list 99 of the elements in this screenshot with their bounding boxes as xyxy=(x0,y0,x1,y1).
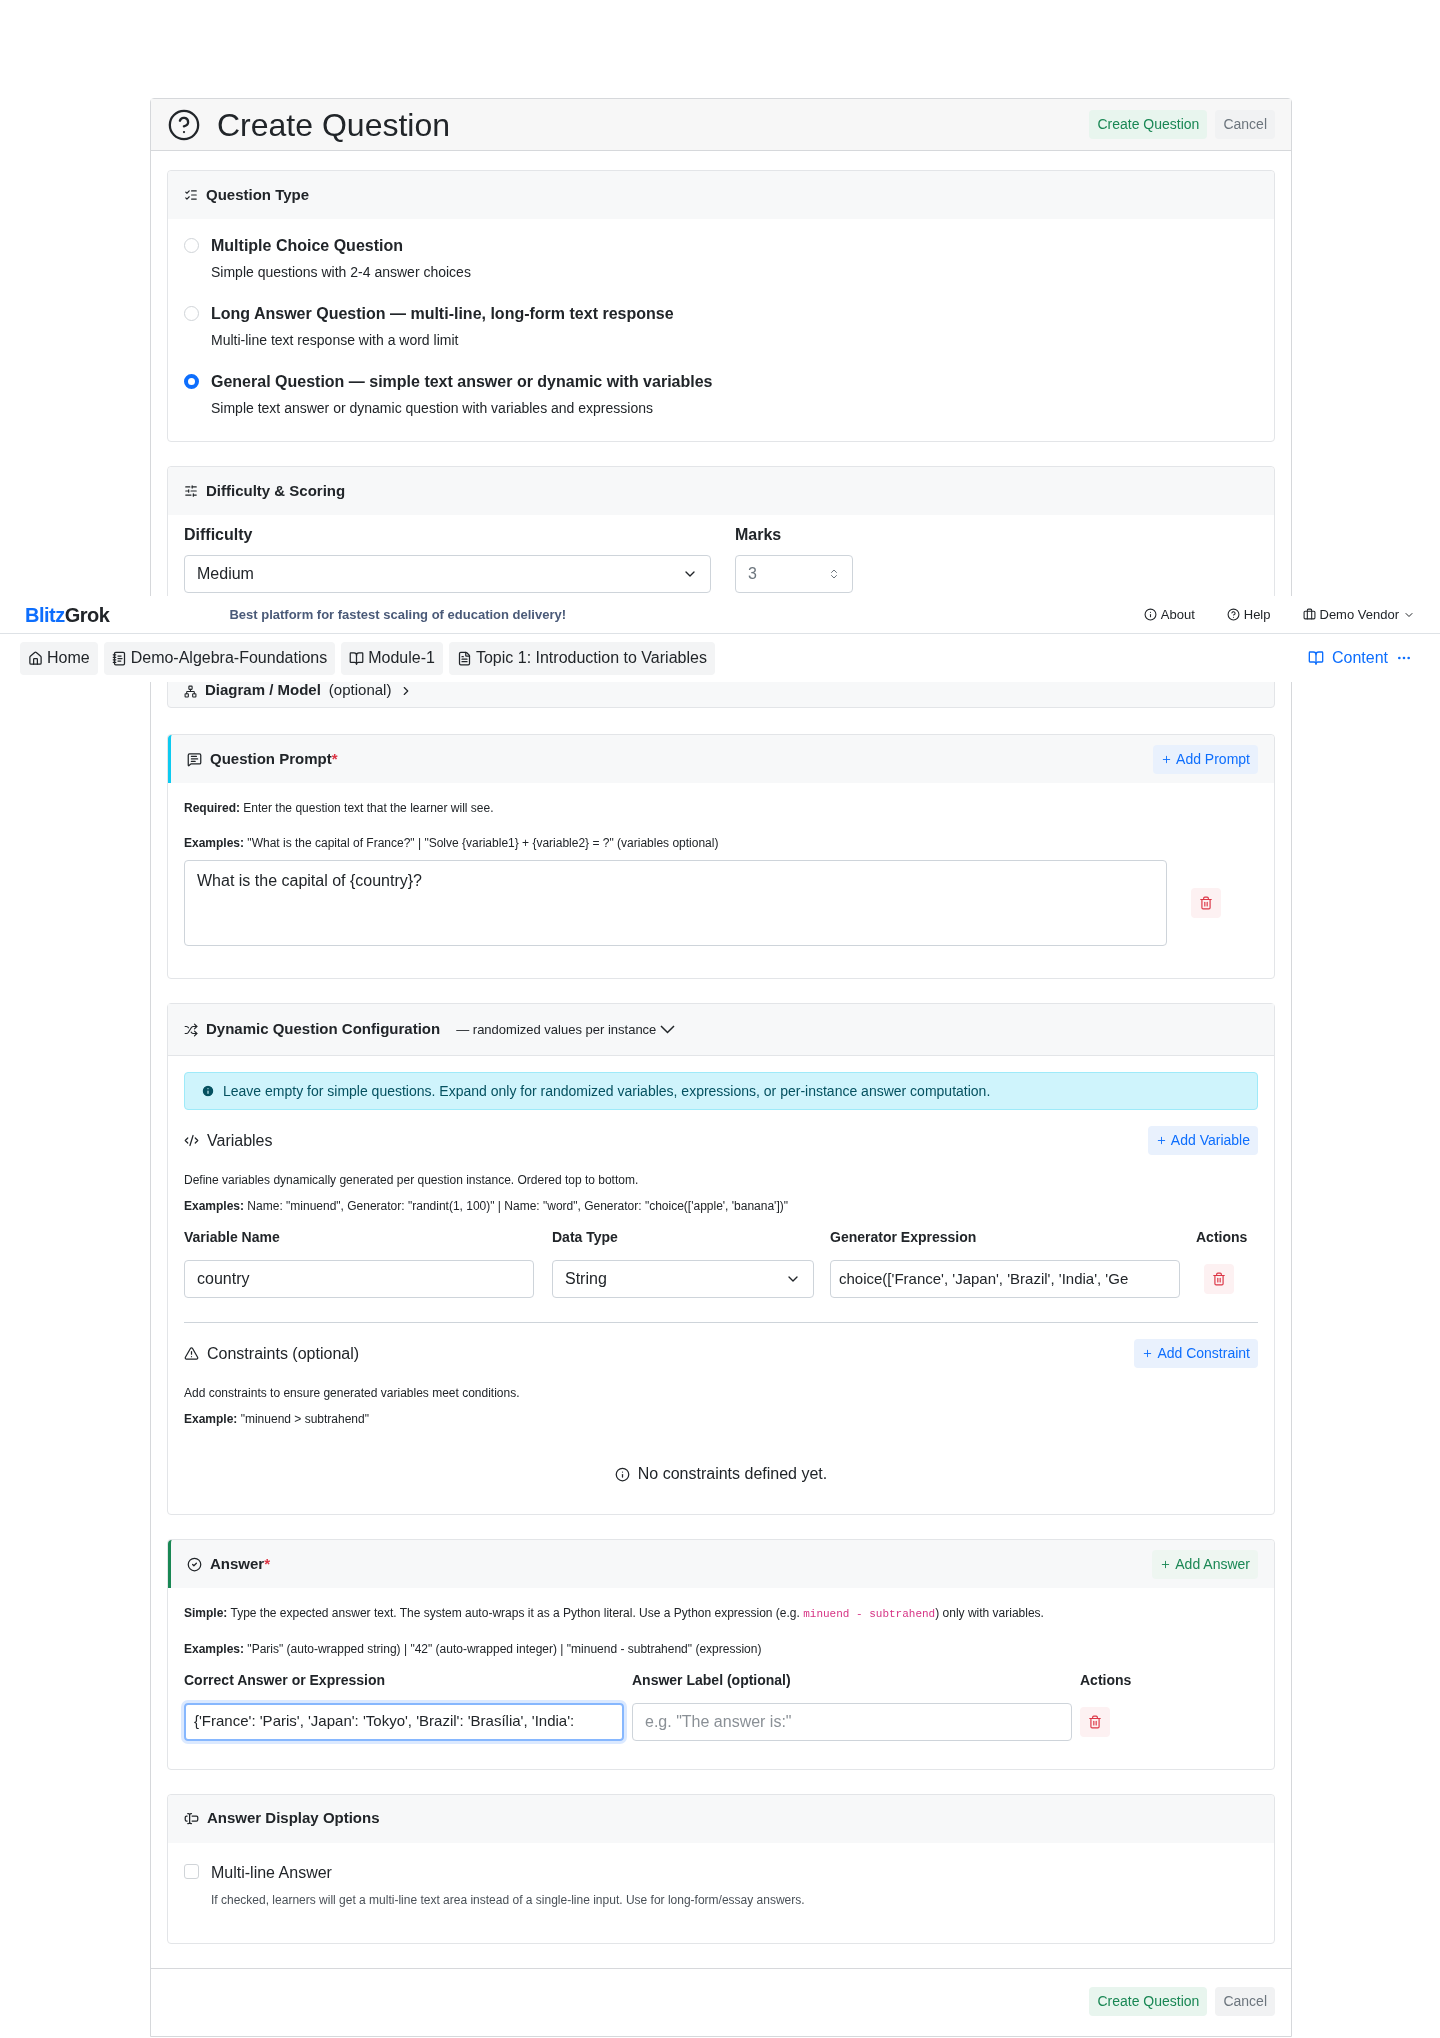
column-header: Answer Label (optional) xyxy=(632,1670,792,1690)
delete-button[interactable] xyxy=(1080,1706,1110,1737)
page-title: Create Question xyxy=(217,105,450,145)
difficulty-select[interactable]: Medium xyxy=(184,555,711,593)
content-link[interactable]: Content xyxy=(1307,646,1420,670)
user-menu[interactable]: Demo Vendor xyxy=(1302,604,1415,625)
marks-field[interactable]: 3 xyxy=(735,555,853,593)
section-title: Answer* xyxy=(210,1553,271,1574)
option-label: Multiple Choice Question xyxy=(211,236,404,256)
info-icon xyxy=(201,1084,215,1098)
subsection-title: Constraints (optional) xyxy=(207,1343,360,1364)
section-title[interactable]: Dynamic Question Configuration xyxy=(206,1018,441,1041)
field-label: Marks xyxy=(735,525,783,545)
section-title: Difficulty & Scoring xyxy=(206,480,346,501)
column-header: Actions xyxy=(1080,1670,1133,1690)
trash-icon xyxy=(1088,1714,1102,1729)
prompt-textarea[interactable]: What is the capital of {country}? xyxy=(184,860,1167,946)
check-circle-icon xyxy=(187,1556,202,1572)
stepper-icon xyxy=(828,568,840,580)
plus-icon xyxy=(1160,1558,1172,1570)
nav-link[interactable]: About xyxy=(1143,604,1195,625)
chevron-down-icon xyxy=(660,1025,676,1034)
help-icon xyxy=(1226,608,1240,621)
help-text: Add constraints to ensure generated variables meet conditions. xyxy=(184,1385,521,1402)
briefcase-icon xyxy=(1302,608,1316,621)
help-text: Define variables dynamically generated per question instance. Ordered top to bottom. xyxy=(184,1172,640,1189)
add-button[interactable]: Add Variable xyxy=(1147,1126,1258,1155)
add-button[interactable]: Add Prompt xyxy=(1153,744,1258,774)
trash-icon xyxy=(1212,1272,1226,1286)
help-text: Examples: "What is the capital of France?" | "Solve {variable1} + {variable2} = ?" (variables optional) xyxy=(184,835,720,852)
generator-field[interactable]: choice(['France', 'Japan', 'Brazil', 'India', 'Ge xyxy=(830,1260,1180,1298)
section-title: Question Prompt* xyxy=(210,748,338,769)
plus-icon xyxy=(1142,1348,1154,1359)
breadcrumb-link[interactable]: Module-1 xyxy=(341,641,443,675)
help-icon xyxy=(167,107,201,142)
option-label: General Question — simple text answer or dynamic with variables xyxy=(211,372,713,392)
column-header: Generator Expression xyxy=(830,1228,978,1247)
option-label: Multi-line Answer xyxy=(211,1862,333,1883)
subsection-title: Variables xyxy=(207,1130,273,1151)
help-text: Examples: Name: "minuend", Generator: "randint(1, 100)" | Name: "word", Generator: "choice(['apple', 'banana'])" xyxy=(184,1198,789,1215)
option-description: Simple questions with 2-4 answer choices xyxy=(211,263,471,282)
breadcrumb-link[interactable]: Demo-Algebra-Foundations xyxy=(103,641,336,675)
tagline: Best platform for fastest scaling of education delivery! xyxy=(229,605,567,624)
add-button[interactable]: Add Constraint xyxy=(1134,1339,1258,1368)
checkbox[interactable] xyxy=(184,1863,199,1879)
info-text: Leave empty for simple questions. Expand only for randomized variables, expressions, or per-instance answer computation. xyxy=(223,1081,991,1101)
diagram-icon xyxy=(184,685,197,698)
column-header: Correct Answer or Expression xyxy=(184,1670,386,1690)
option-description: Multi-line text response with a word limit xyxy=(211,331,460,350)
help-text: Example: "minuend > subtrahend" xyxy=(184,1411,370,1428)
field-label: Difficulty xyxy=(184,525,254,545)
info-icon xyxy=(614,1466,630,1482)
list-icon xyxy=(184,188,198,202)
answer-label-field[interactable]: e.g. "The answer is:" xyxy=(632,1702,1072,1741)
option-description: If checked, learners will get a multi-line text area instead of a single-line input. Use for long-form/essay answers. xyxy=(211,1891,805,1909)
help-text: Required: Enter the question text that the learner will see. xyxy=(184,800,495,817)
breadcrumb-link[interactable]: Home xyxy=(20,641,98,675)
cancel-button[interactable]: Cancel xyxy=(1215,1986,1275,2016)
delete-button[interactable] xyxy=(1204,1264,1234,1294)
optional-label: (optional) xyxy=(328,679,392,700)
section-subtitle: — randomized values per instance xyxy=(456,1020,657,1039)
help-text: Simple: Type the expected answer text. The system auto-wraps it as a Python literal. Use a Python expression (e.g. minuend - subtrahend) only with variables. xyxy=(184,1605,1045,1622)
brand-logo[interactable]: BlitzGrok xyxy=(25,599,110,630)
plus-icon xyxy=(1161,753,1173,765)
book-icon xyxy=(1307,650,1324,666)
sliders-icon xyxy=(184,484,198,498)
create-button[interactable]: Create Question xyxy=(1089,110,1208,139)
section-title: Question Type xyxy=(206,184,310,205)
nav-link[interactable]: Help xyxy=(1226,604,1271,625)
option-description: Simple text answer or dynamic question with variables and expressions xyxy=(211,399,654,418)
notebook-icon xyxy=(111,650,127,666)
shuffle-icon xyxy=(184,1022,198,1037)
house-icon xyxy=(28,650,43,666)
section-title[interactable]: Diagram / Model xyxy=(205,678,321,701)
variable-name-field[interactable]: country xyxy=(184,1260,534,1298)
info-icon xyxy=(1143,608,1157,621)
column-header: Data Type xyxy=(552,1228,619,1247)
delete-button[interactable] xyxy=(1191,888,1221,918)
answer-field[interactable]: {'France': 'Paris', 'Japan': 'Tokyo', 'Brazil': 'Brasília', 'India': xyxy=(184,1702,624,1741)
book-icon xyxy=(349,650,365,666)
code-icon xyxy=(184,1133,199,1148)
empty-message: No constraints defined yet. xyxy=(637,1464,828,1484)
cancel-button[interactable]: Cancel xyxy=(1215,110,1275,139)
warning-icon xyxy=(184,1346,199,1361)
data-type-select[interactable]: String xyxy=(552,1260,814,1298)
create-button[interactable]: Create Question xyxy=(1089,1986,1208,2016)
help-text: Examples: "Paris" (auto-wrapped string) | "42" (auto-wrapped integer) | "minuend - subtrahend" (expression) xyxy=(184,1640,763,1658)
trash-icon xyxy=(1199,896,1213,910)
breadcrumb-link[interactable]: Topic 1: Introduction to Variables xyxy=(448,641,715,675)
option-label: Long Answer Question — multi-line, long-form text response xyxy=(211,304,674,324)
section-title: Answer Display Options xyxy=(207,1808,380,1829)
document-icon xyxy=(456,650,472,666)
plus-icon xyxy=(1155,1135,1167,1146)
radio-button[interactable] xyxy=(184,374,199,389)
add-button[interactable]: Add Answer xyxy=(1152,1549,1258,1579)
column-header: Variable Name xyxy=(184,1228,281,1247)
message-icon xyxy=(187,751,202,767)
column-header: Actions xyxy=(1195,1228,1249,1247)
text-input-icon xyxy=(184,1811,199,1826)
